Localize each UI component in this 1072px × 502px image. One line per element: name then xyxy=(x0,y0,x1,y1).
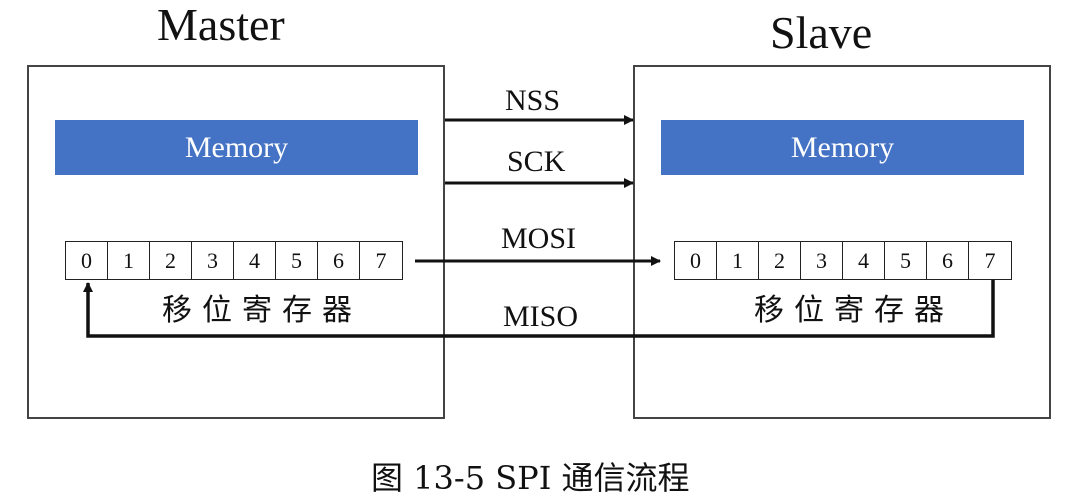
nss-label: NSS xyxy=(505,84,561,117)
figure-caption: 图 13-5 SPI 通信流程 xyxy=(371,459,690,497)
miso-label: MISO xyxy=(503,300,579,333)
sck-label: SCK xyxy=(507,145,566,178)
mosi-label: MOSI xyxy=(501,222,577,255)
